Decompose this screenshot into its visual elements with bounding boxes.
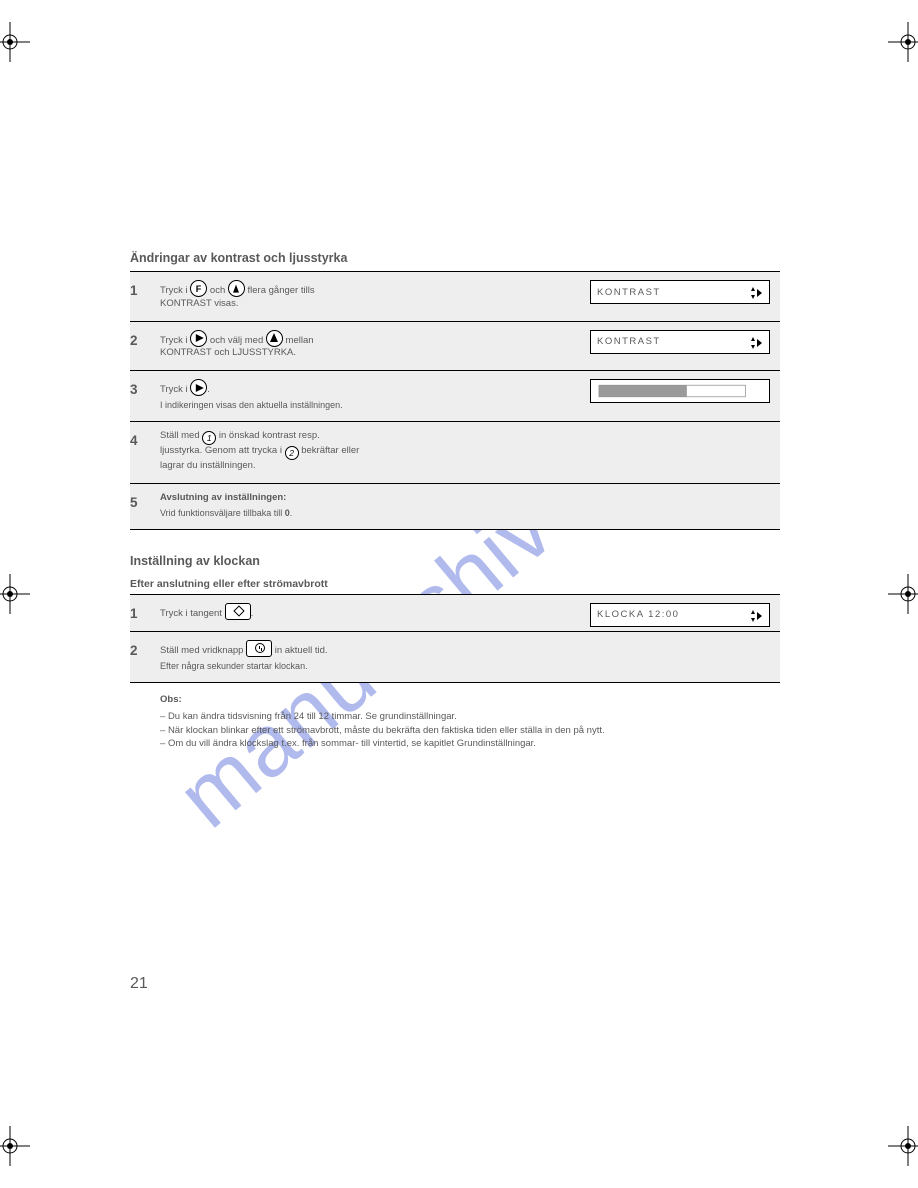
step-number: 3 <box>130 379 160 411</box>
section-heading: Inställning av klockan <box>130 550 780 574</box>
selector-arrows-icon <box>746 607 764 625</box>
instruction-row: 1 Tryck i och flera gånger tills KONTRAS… <box>130 271 780 321</box>
display-readout: KONTRAST <box>590 280 770 304</box>
step-text: Ställ med vridknapp in aktuell tid. Efte… <box>160 640 780 672</box>
selector-arrows-icon <box>746 284 764 302</box>
section-heading: Ändringar av kontrast och ljusstyrka <box>130 247 780 271</box>
step-number: 4 <box>130 430 160 473</box>
right-arrow-icon <box>190 330 207 347</box>
crop-mark-icon <box>888 574 918 614</box>
page-content: Ändringar av kontrast och ljusstyrka 1 T… <box>130 247 780 756</box>
instruction-row: 2 Tryck i och välj med mellan KONTRAST o… <box>130 321 780 371</box>
step-number: 5 <box>130 492 160 519</box>
crop-mark-icon <box>888 22 918 62</box>
start-button-icon <box>225 603 251 620</box>
selector-arrows-icon <box>746 334 764 352</box>
up-arrow-icon <box>228 280 245 297</box>
instruction-panel: 1 Tryck i och flera gånger tills KONTRAS… <box>130 271 780 530</box>
instruction-panel: 1 Tryck i tangent . KLOCKA 12:00 2 Ställ… <box>130 594 780 683</box>
crop-mark-icon <box>0 1126 30 1166</box>
note-block: Obs: Du kan ändra tidsvisning från 24 ti… <box>130 683 780 756</box>
note-item: Du kan ändra tidsvisning från 24 till 12… <box>160 710 780 723</box>
display-readout: KONTRAST <box>590 330 770 354</box>
up-arrow-icon <box>266 330 283 347</box>
f-button-icon <box>190 280 207 297</box>
step-number: 1 <box>130 603 160 621</box>
crop-mark-icon <box>888 1126 918 1166</box>
crop-mark-icon <box>0 22 30 62</box>
note-item: Om du vill ändra klockslag t.ex. från so… <box>160 737 780 750</box>
knob-1-icon: 1 <box>202 431 216 445</box>
right-arrow-icon <box>190 379 207 396</box>
crop-mark-icon <box>0 574 30 614</box>
step-number: 2 <box>130 330 160 361</box>
instruction-row: 4 Ställ med 1 in önskad kontrast resp. l… <box>130 421 780 483</box>
note-item: När klockan blinkar efter ett strömavbro… <box>160 724 780 737</box>
display-readout: KLOCKA 12:00 <box>590 603 770 627</box>
instruction-row: 2 Ställ med vridknapp in aktuell tid. Ef… <box>130 631 780 683</box>
section-subheading: Efter anslutning eller efter strömavbrot… <box>130 574 780 594</box>
knob-2-icon: 2 <box>285 446 299 460</box>
instruction-row: 1 Tryck i tangent . KLOCKA 12:00 <box>130 594 780 631</box>
display-readout <box>590 379 770 403</box>
step-text: Ställ med 1 in önskad kontrast resp. lju… <box>160 430 780 473</box>
step-text: Avslutning av inställningen: Vrid funkti… <box>160 492 780 519</box>
instruction-row: 3 Tryck i . I indikeringen visas den akt… <box>130 370 780 421</box>
clock-button-icon <box>246 640 272 657</box>
page-number: 21 <box>130 975 148 993</box>
step-number: 1 <box>130 280 160 311</box>
note-title: Obs: <box>160 694 182 705</box>
step-number: 2 <box>130 640 160 672</box>
instruction-row: 5 Avslutning av inställningen: Vrid funk… <box>130 483 780 530</box>
